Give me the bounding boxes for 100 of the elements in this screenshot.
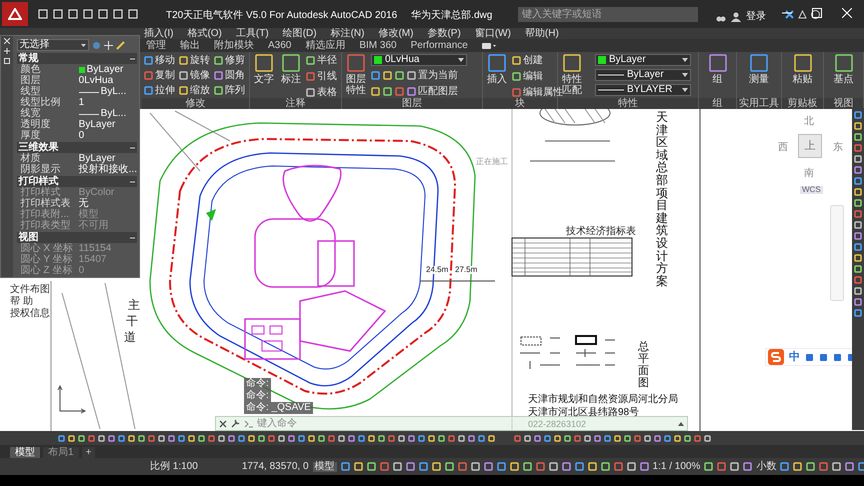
microphone-icon[interactable] — [819, 352, 828, 362]
exchange-icon[interactable] — [785, 10, 794, 19]
menu-item[interactable]: 窗口(W) — [474, 28, 511, 38]
panel-title[interactable]: 剪贴板 — [782, 98, 823, 109]
units-dropdown[interactable]: 小数 — [756, 462, 776, 472]
maximize-icon[interactable] — [812, 8, 822, 18]
sign-in-link[interactable]: 登录 — [746, 9, 766, 24]
lineweight-dropdown[interactable]: BYLAYER — [595, 84, 691, 96]
tool-button[interactable]: 缩放 — [190, 86, 210, 96]
panel-title[interactable]: 注释 — [250, 98, 341, 109]
ribbon-tab[interactable]: 管理 — [146, 40, 166, 50]
menu-item[interactable]: 帮助(H) — [524, 28, 559, 38]
section-header[interactable]: 视图 — [16, 232, 137, 243]
layer-dropdown[interactable]: 0LvHua — [371, 54, 467, 66]
ucs-menu[interactable]: WCS — [800, 186, 823, 194]
tool-icon[interactable] — [750, 54, 768, 72]
tool-button[interactable]: 基点 — [834, 74, 854, 85]
tool-button[interactable]: 镜像 — [190, 70, 210, 80]
model-space-button[interactable]: 模型 — [312, 462, 337, 472]
tool-icon[interactable] — [488, 54, 506, 72]
options-icon[interactable] — [4, 58, 10, 64]
section-header[interactable]: 打印样式 — [16, 176, 137, 187]
menu-item[interactable]: 格式(O) — [187, 28, 222, 38]
tool-button[interactable]: 阵列 — [225, 86, 245, 96]
tool-button[interactable]: 特性匹配 — [562, 74, 582, 96]
layout-tab[interactable]: 模型 — [10, 447, 40, 458]
tool-button[interactable]: 移动 — [155, 56, 175, 66]
property-value[interactable]: ByLayer — [78, 154, 116, 164]
panel-title[interactable]: 组 — [699, 98, 736, 109]
property-value[interactable]: 0 — [78, 131, 84, 141]
property-value[interactable]: 无 — [78, 199, 89, 209]
tool-icon[interactable] — [834, 54, 852, 72]
expand-icon[interactable] — [678, 422, 684, 426]
tool-button[interactable]: 图层特性 — [346, 74, 366, 96]
section-header[interactable]: 常规 — [16, 53, 137, 64]
tool-button[interactable]: 修剪 — [225, 56, 245, 66]
panel-title[interactable]: 修改 — [142, 98, 249, 109]
panel-title[interactable]: 实用工具 — [737, 98, 781, 109]
tool-button[interactable]: 标注 — [281, 74, 301, 85]
color-dropdown[interactable]: ByLayer — [595, 54, 691, 66]
ribbon-tab[interactable]: Performance — [410, 40, 468, 50]
view-cube-face[interactable]: 上 — [798, 134, 822, 158]
ribbon-tab[interactable]: BIM 360 — [359, 40, 397, 50]
close-icon[interactable] — [219, 420, 227, 428]
triangle-icon[interactable] — [798, 10, 807, 19]
app-logo[interactable] — [2, 2, 28, 26]
tool-button[interactable]: 旋转 — [190, 56, 210, 66]
punctuation-icon[interactable] — [805, 352, 814, 362]
menu-item[interactable]: 插入(I) — [144, 28, 174, 38]
scale-dropdown[interactable]: 比例 1:100 — [150, 462, 198, 472]
property-value[interactable]: ByL... — [100, 109, 126, 119]
tool-button[interactable]: 编辑属性 — [523, 88, 563, 98]
linetype-dropdown[interactable]: ByLayer — [595, 69, 691, 81]
side-menu-item[interactable]: 授权信息 — [10, 309, 50, 319]
ribbon-tab[interactable]: 精选应用 — [305, 40, 346, 50]
tool-button[interactable]: 插入 — [487, 74, 507, 85]
property-value[interactable]: 1 — [78, 98, 84, 108]
tool-button[interactable]: 引线 — [317, 72, 337, 82]
tool-button[interactable]: 组 — [712, 74, 722, 85]
tool-icon[interactable] — [708, 54, 726, 72]
property-value[interactable]: 0LvHua — [78, 76, 114, 86]
tool-button[interactable]: 创建 — [523, 56, 543, 66]
tool-icon[interactable] — [255, 54, 273, 72]
side-menu-item[interactable]: 文件布图 — [10, 285, 50, 295]
side-menu-item[interactable]: 帮 助 — [10, 297, 33, 307]
panel-title[interactable]: 视图 — [824, 98, 863, 109]
layout-tab[interactable]: 布局1 — [43, 447, 79, 458]
tool-button[interactable]: 表格 — [317, 88, 337, 98]
panel-title[interactable]: 图层 — [342, 98, 482, 109]
ribbon-tab-toggle-icon[interactable] — [482, 42, 496, 50]
panel-title[interactable]: 块 — [483, 98, 557, 109]
menu-item[interactable]: 绘图(D) — [282, 28, 317, 38]
toggle-pickadd-icon[interactable] — [116, 40, 125, 50]
compass-north[interactable]: 北 — [804, 114, 814, 129]
tool-icon[interactable] — [794, 54, 812, 72]
pin-icon[interactable] — [4, 48, 10, 54]
property-value[interactable]: 投射和接收... — [78, 165, 137, 175]
menu-item[interactable]: 工具(T) — [236, 28, 269, 38]
select-objects-icon[interactable] — [104, 40, 113, 50]
ime-mode-toggle[interactable]: 中 — [789, 348, 800, 366]
tool-button[interactable]: 粘贴 — [792, 74, 812, 85]
command-input[interactable]: 键入命令 — [257, 416, 377, 431]
tool-button[interactable]: 文字 — [254, 74, 274, 85]
ribbon-tab[interactable]: 输出 — [180, 40, 200, 50]
add-layout-button[interactable]: + — [82, 447, 96, 458]
tool-button[interactable]: 编辑 — [523, 72, 543, 82]
input-method-logo-icon[interactable] — [768, 349, 784, 365]
search-field[interactable]: 键入关键字或短语 — [518, 7, 698, 22]
help-icon[interactable] — [811, 10, 820, 19]
property-value[interactable]: ByL... — [100, 87, 126, 97]
ribbon-tab[interactable]: 附加模块 — [214, 40, 254, 50]
property-value[interactable]: ByLayer — [86, 65, 124, 75]
tool-button[interactable]: 拉伸 — [155, 86, 175, 96]
menu-item[interactable]: 参数(P) — [427, 28, 461, 38]
tool-button[interactable]: 复制 — [155, 70, 175, 80]
tool-button[interactable]: 半径 — [317, 56, 337, 66]
annotation-scale-button[interactable]: 1:1 / 100% — [652, 462, 700, 472]
user-icon[interactable] — [731, 12, 741, 22]
menu-item[interactable]: 标注(N) — [330, 28, 364, 38]
panel-title[interactable]: 特性 — [558, 98, 698, 109]
